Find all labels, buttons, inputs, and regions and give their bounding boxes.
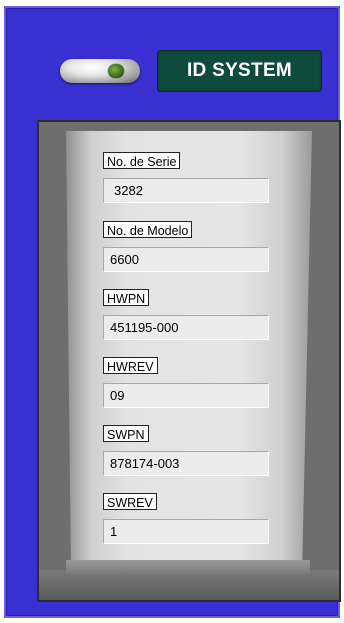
toggle-switch-icon (60, 59, 140, 83)
model-number-field[interactable]: 6600 (103, 247, 269, 272)
hwpn-label: HWPN (103, 289, 150, 306)
window-frame: ID SYSTEM No. de Serie 3282 No. de Model… (0, 0, 344, 623)
hwrev-label: HWREV (103, 357, 158, 374)
swpn-label: SWPN (103, 425, 149, 442)
bezel-bottom (39, 570, 339, 600)
page-title: ID SYSTEM (157, 50, 322, 92)
swpn-field[interactable]: 878174-003 (103, 451, 269, 476)
swrev-field[interactable]: 1 (103, 519, 269, 544)
model-number-label: No. de Modelo (103, 221, 193, 238)
hwrev-field[interactable]: 09 (103, 383, 269, 408)
toggle-knob-icon (108, 64, 124, 78)
serial-number-label: No. de Serie (103, 152, 181, 169)
swrev-label: SWREV (103, 493, 157, 510)
serial-number-field[interactable]: 3282 (103, 178, 269, 203)
hwpn-field[interactable]: 451195-000 (103, 315, 269, 340)
power-toggle[interactable] (60, 57, 142, 85)
card-bottom-strip (66, 560, 310, 574)
